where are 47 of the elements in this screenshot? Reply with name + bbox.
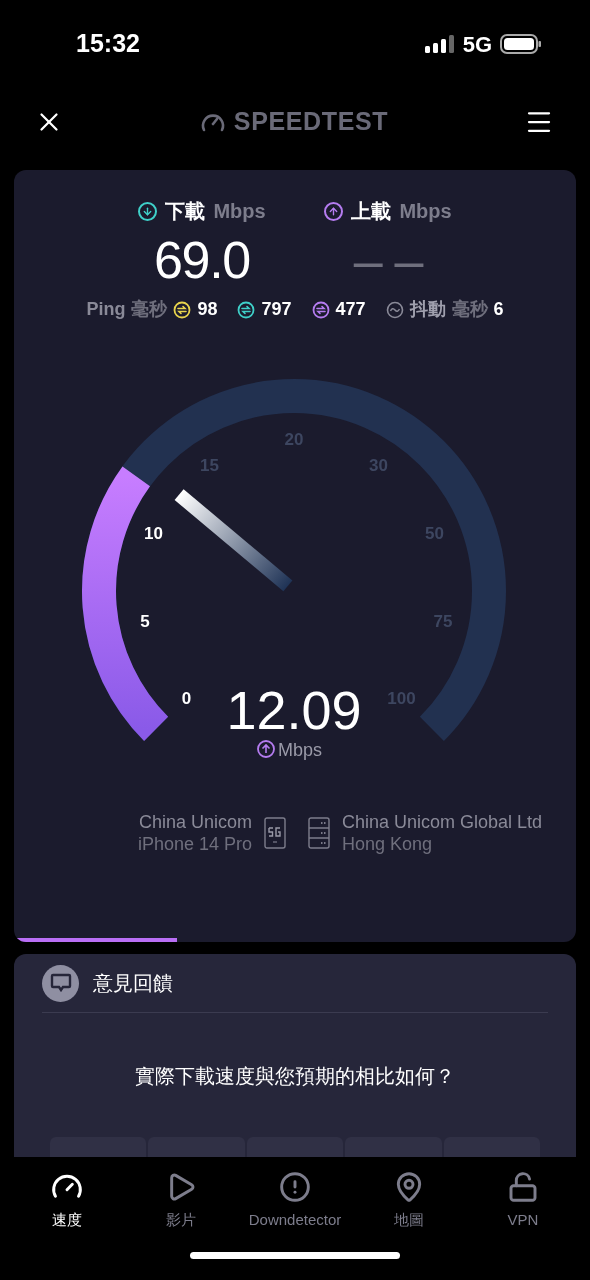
result-unit: Mbps: [399, 199, 452, 224]
ping-unit: 毫秒: [131, 298, 168, 321]
result-value: – –: [353, 230, 423, 290]
rating-option[interactable]: [246, 1137, 344, 1157]
ping-value: 98: [197, 298, 218, 321]
battery-icon: [500, 33, 542, 55]
server-name: China Unicom Global Ltd: [342, 811, 543, 833]
result-label: 下載: [165, 199, 206, 224]
gauge-speed-value: 12.09: [226, 680, 362, 740]
result-label: 上載: [351, 199, 392, 224]
ping-label: Ping: [86, 298, 126, 321]
network-label: 5G: [462, 30, 492, 59]
ping-value: 797: [261, 298, 292, 321]
nav-tab[interactable]: Downdetector: [238, 1171, 352, 1245]
rating-option[interactable]: [443, 1137, 541, 1157]
app-logo: SPEEDTEST: [233, 106, 389, 138]
rating-option[interactable]: [148, 1137, 245, 1157]
provider-name: China Unicom: [138, 811, 252, 833]
signal-icon: [424, 34, 455, 54]
gauge-tick-label: 5: [140, 611, 150, 631]
nav-tab[interactable]: 影片: [124, 1171, 238, 1245]
nav-tab[interactable]: VPN: [466, 1171, 580, 1245]
jitter-unit: 毫秒: [451, 298, 488, 321]
upload-icon: [257, 740, 275, 758]
nav-tab[interactable]: 地圖: [352, 1171, 466, 1245]
nav-tab[interactable]: 速度: [10, 1171, 124, 1245]
feedback-question: 實際下載速度與您預期的相比如何？: [134, 1064, 456, 1089]
jitter-value: 6: [493, 298, 504, 321]
rating-option[interactable]: [50, 1137, 147, 1157]
result-unit: Mbps: [213, 199, 266, 224]
server-icon: [308, 817, 330, 849]
device-name: iPhone 14 Pro: [137, 833, 252, 855]
rating-option[interactable]: [345, 1137, 442, 1157]
server-location: Hong Kong: [342, 833, 433, 855]
jitter-icon: [385, 300, 404, 319]
jitter-label: 抖動: [409, 298, 446, 321]
gauge-tick-label: 10: [144, 523, 164, 543]
ping-value: 477: [335, 298, 366, 321]
gauge-tick-label: 0: [181, 689, 192, 709]
feedback-title: 意見回饋: [93, 971, 173, 996]
sim-5g-icon: [264, 817, 286, 849]
feedback-icon: [42, 964, 79, 1002]
status-time: 15:32: [76, 28, 140, 60]
alert-icon: [279, 1171, 311, 1203]
unlock-icon: [507, 1171, 539, 1203]
gauge-unit: Mbps: [278, 740, 322, 760]
result-value: 69.0: [154, 230, 250, 290]
